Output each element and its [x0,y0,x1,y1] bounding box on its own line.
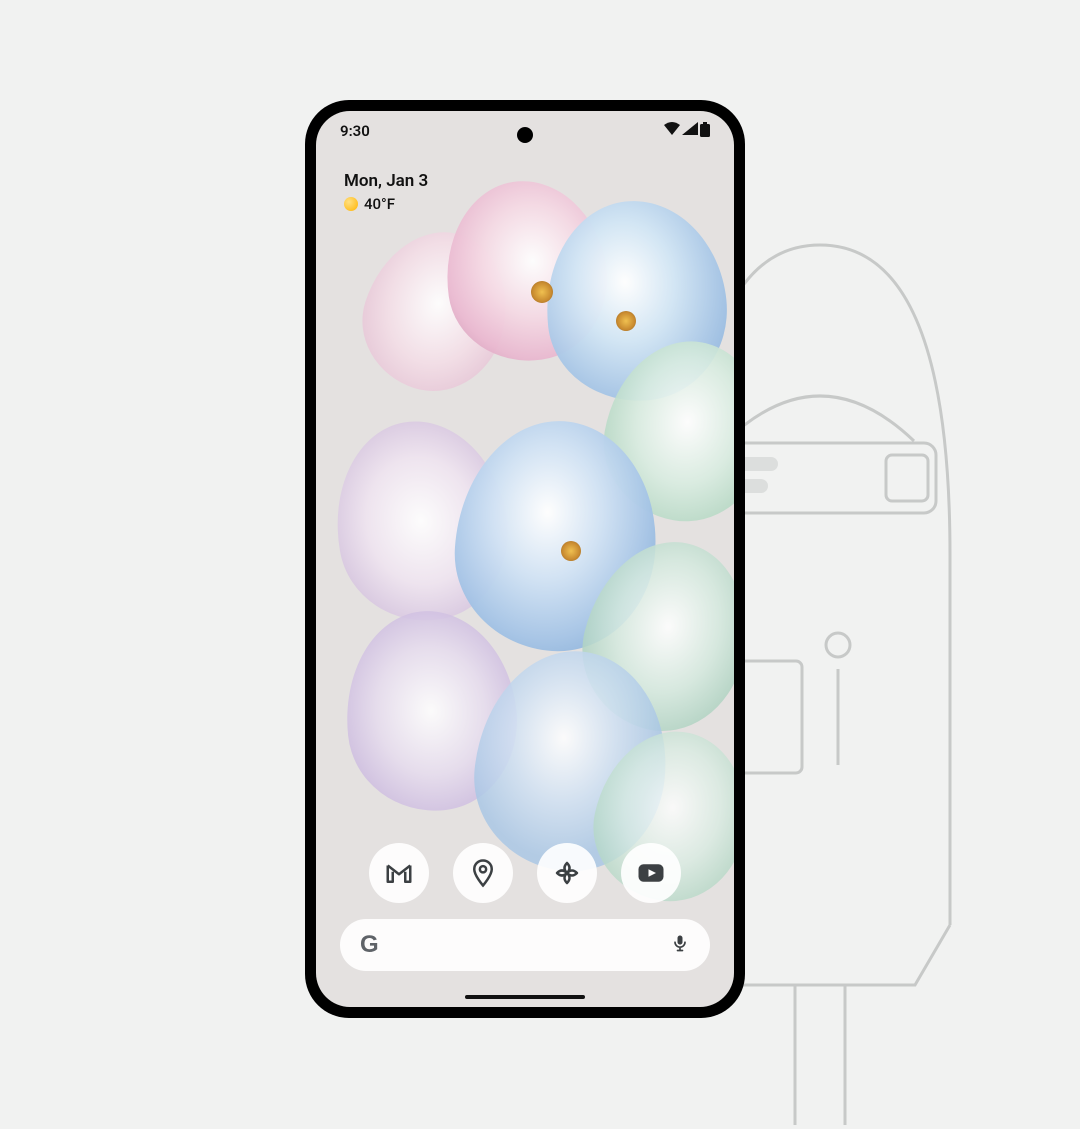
status-time: 9:30 [340,122,370,140]
at-a-glance-temp: 40°F [364,195,395,213]
mic-icon[interactable] [670,933,690,957]
google-logo-icon: G [360,931,379,959]
gmail-app-icon[interactable] [369,843,429,903]
signal-icon [682,122,698,140]
gesture-nav-bar[interactable] [465,995,585,999]
camera-cutout [517,127,533,143]
phone-screen: 9:30 Mon, Jan 3 40°F [316,111,734,1007]
maps-app-icon[interactable] [453,843,513,903]
at-a-glance-weather: 40°F [344,195,428,213]
at-a-glance-widget[interactable]: Mon, Jan 3 40°F [344,171,428,213]
app-dock [316,843,734,903]
wifi-icon [664,122,680,140]
youtube-app-icon[interactable] [621,843,681,903]
battery-icon [700,122,710,141]
sun-icon [344,197,358,211]
phone-frame: 9:30 Mon, Jan 3 40°F [305,100,745,1018]
google-search-bar[interactable]: G [340,919,710,971]
at-a-glance-date: Mon, Jan 3 [344,171,428,191]
photos-app-icon[interactable] [537,843,597,903]
